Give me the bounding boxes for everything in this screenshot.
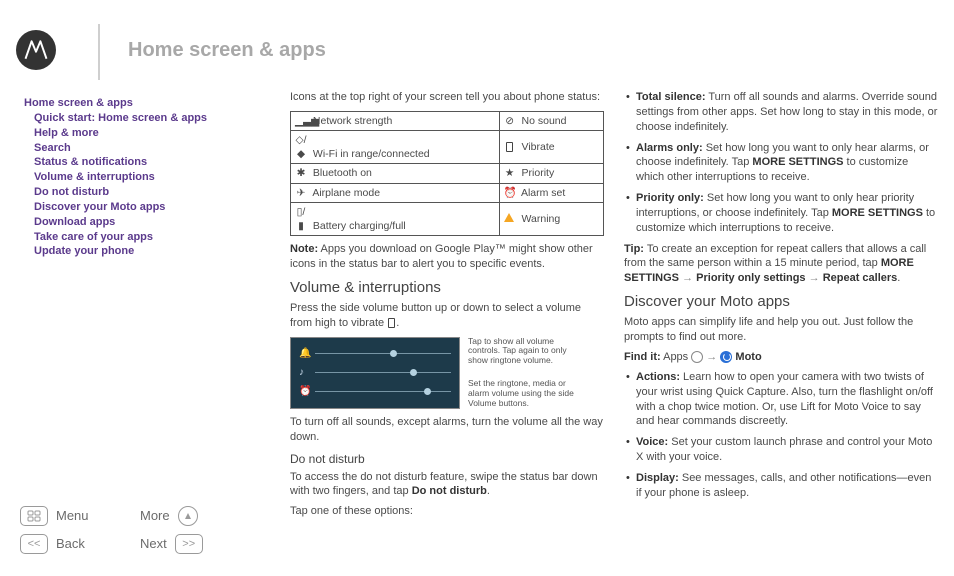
note-paragraph: Note: Apps you download on Google Play™ … [290,242,604,272]
table-cell: ★ Priority [499,164,603,183]
volume-figure: 🔔 ♪ ⏰ Tap to show all volume controls. T… [290,337,604,409]
sidebar-item[interactable]: Quick start: Home screen & apps [34,111,260,126]
list-item: Alarms only: Set how long you want to on… [624,141,938,186]
column-right: Total silence: Turn off all sounds and a… [624,90,938,558]
find-it-line: Find it: Apps → Moto [624,350,938,365]
back-label[interactable]: Back [56,535,85,553]
sidebar-item[interactable]: Update your phone [34,244,260,259]
table-cell: ✈ Airplane mode [291,183,500,202]
sidebar-top[interactable]: Home screen & apps [24,96,260,111]
next-label[interactable]: Next [140,535,167,553]
moto-app-icon [720,351,732,363]
motorola-logo [16,30,56,70]
sidebar-item[interactable]: Take care of your apps [34,230,260,245]
sidebar-nav: Home screen & apps Quick start: Home scr… [24,96,260,259]
menu-label[interactable]: Menu [56,507,89,525]
moto-features-list: Actions: Learn how to open your camera w… [624,370,938,501]
volume-panel: 🔔 ♪ ⏰ [290,337,460,409]
discover-para: Moto apps can simplify life and help you… [624,315,938,345]
dnd-options-list: Total silence: Turn off all sounds and a… [624,90,938,236]
caption-1: Tap to show all volume controls. Tap aga… [468,337,588,366]
list-item: Priority only: Set how long you want to … [624,191,938,236]
list-item: Total silence: Turn off all sounds and a… [624,90,938,135]
next-icon[interactable]: >> [175,534,203,554]
caption-2: Set the ringtone, media or alarm volume … [468,379,588,408]
header-divider [98,24,100,80]
table-cell: ▯/▮ Battery charging/full [291,202,500,235]
heading-discover: Discover your Moto apps [624,292,938,312]
sidebar-item[interactable]: Search [34,141,260,156]
list-item: Voice: Set your custom launch phrase and… [624,435,938,465]
page-title: Home screen & apps [128,37,326,64]
sidebar-item[interactable]: Discover your Moto apps [34,200,260,215]
table-cell: ✱ Bluetooth on [291,164,500,183]
sidebar-item[interactable]: Help & more [34,126,260,141]
vibrate-icon [388,318,395,328]
table-cell: ⏰ Alarm set [499,183,603,202]
column-left: Icons at the top right of your screen te… [290,90,604,558]
heading-volume: Volume & interruptions [290,278,604,298]
list-item: Actions: Learn how to open your camera w… [624,370,938,429]
tip-paragraph: Tip: To create an exception for repeat c… [624,242,938,287]
menu-icon[interactable] [20,506,48,526]
more-label[interactable]: More [140,507,170,525]
dnd-para2: Tap one of these options: [290,504,604,519]
status-icons-table: ▁▃▅ Network strength⊘ No sound◇/◆ Wi-Fi … [290,111,604,236]
table-cell: ▁▃▅ Network strength [291,111,500,130]
sidebar-item[interactable]: Status & notifications [34,155,260,170]
sidebar-item[interactable]: Download apps [34,215,260,230]
table-cell: ⊘ No sound [499,111,603,130]
table-cell: Warning [499,202,603,235]
back-icon[interactable]: << [20,534,48,554]
turnoff-text: To turn off all sounds, except alarms, t… [290,415,604,445]
sidebar-item[interactable]: Volume & interruptions [34,170,260,185]
apps-grid-icon [691,351,703,363]
table-cell: ◇/◆ Wi-Fi in range/connected [291,131,500,164]
sidebar-item[interactable]: Do not disturb [34,185,260,200]
intro-text: Icons at the top right of your screen te… [290,90,604,105]
heading-dnd: Do not disturb [290,451,604,467]
dnd-para1: To access the do not disturb feature, sw… [290,470,604,500]
volume-paragraph: Press the side volume button up or down … [290,301,604,331]
table-cell: Vibrate [499,131,603,164]
list-item: Display: See messages, calls, and other … [624,471,938,501]
more-icon[interactable] [178,506,198,526]
